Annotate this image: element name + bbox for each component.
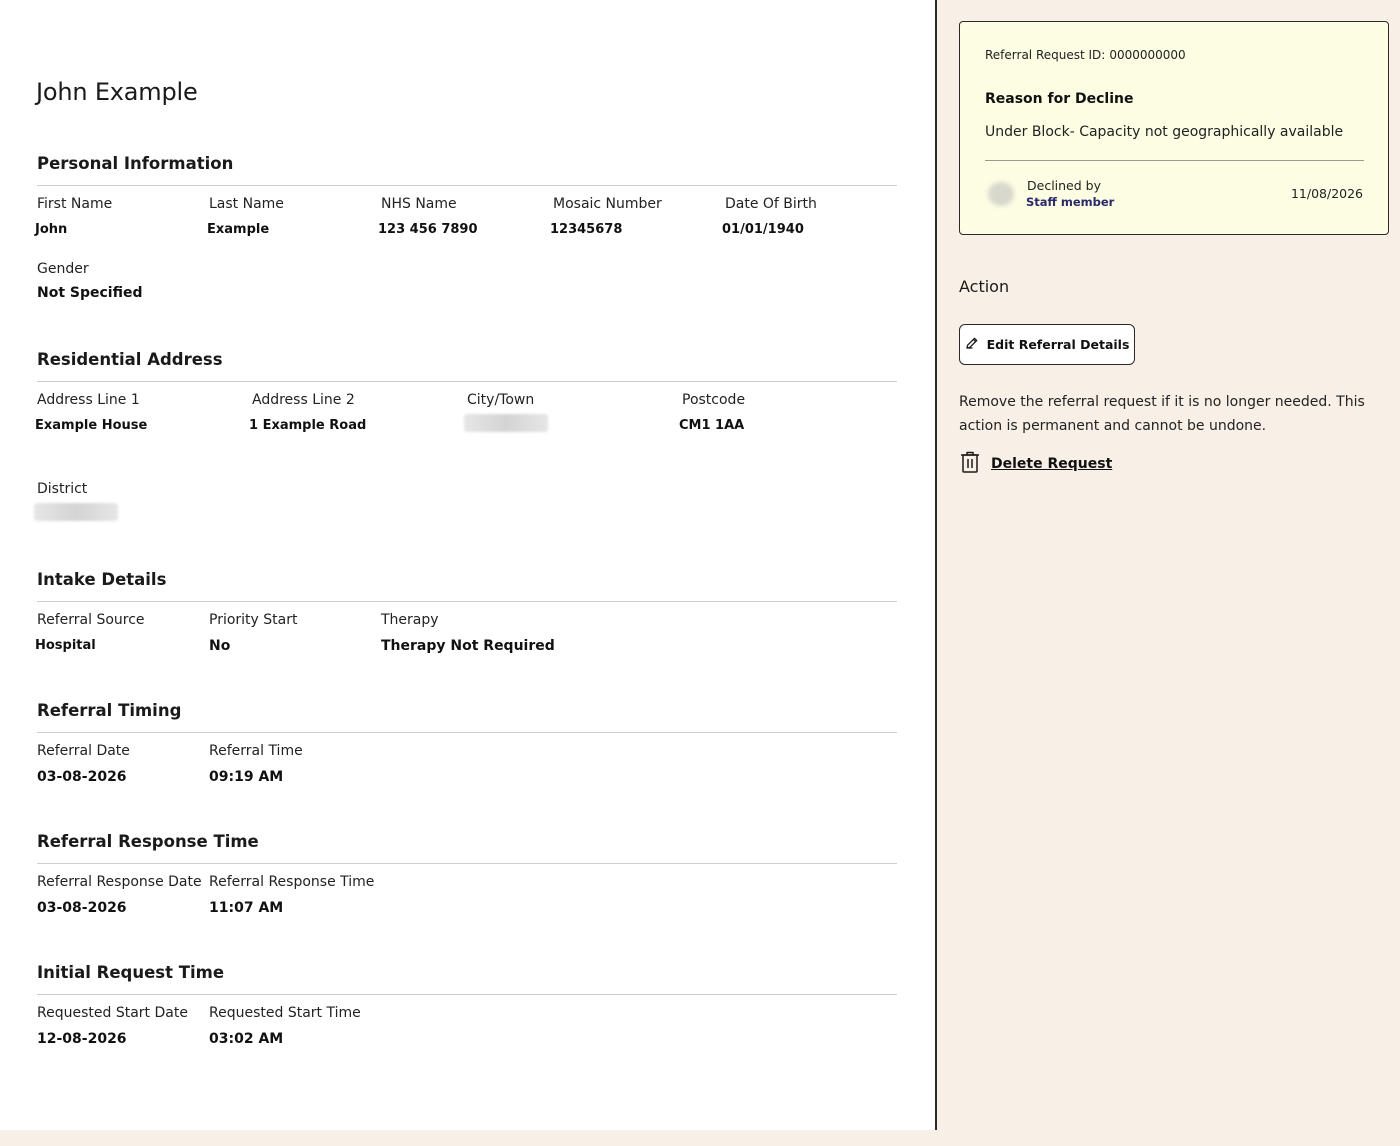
field-value: 03-08-2026 bbox=[37, 900, 127, 916]
postcode-field: Postcode CM1 1AA bbox=[679, 392, 746, 433]
decline-date: 11/08/2026 bbox=[1290, 186, 1363, 201]
field-label: Referral Time bbox=[209, 743, 303, 759]
section-title: Referral Timing bbox=[37, 701, 897, 733]
requested-start-time-field: Requested Start Time 03:02 AM bbox=[209, 1005, 361, 1047]
field-value: 01/01/1940 bbox=[722, 222, 804, 237]
action-sidebar: Referral Request ID: 0000000000 Reason fo… bbox=[939, 0, 1400, 1146]
district-field: District bbox=[34, 481, 118, 525]
referral-response-date-field: Referral Response Date 03-08-2026 bbox=[37, 874, 202, 916]
decline-reason: Under Block- Capacity not geographically… bbox=[985, 124, 1344, 140]
staff-member-name: Staff member bbox=[1026, 195, 1115, 209]
delete-request-row[interactable]: Delete Request bbox=[959, 450, 1112, 478]
referral-details-main: John Example Personal Information First … bbox=[0, 0, 937, 1130]
remove-request-description: Remove the referral request if it is no … bbox=[959, 394, 1365, 434]
field-value: 11:07 AM bbox=[209, 900, 284, 916]
date-of-birth-field: Date Of Birth 01/01/1940 bbox=[722, 196, 817, 237]
nhs-name-field: NHS Name 123 456 7890 bbox=[378, 196, 478, 237]
request-id-value: 0000000000 bbox=[1109, 48, 1186, 62]
field-value: Not Specified bbox=[37, 285, 143, 301]
mosaic-number-field: Mosaic Number 12345678 bbox=[550, 196, 662, 237]
decline-card: Referral Request ID: 0000000000 Reason fo… bbox=[959, 21, 1389, 235]
referral-request-id: Referral Request ID: 0000000000 bbox=[985, 48, 1186, 62]
address-line-2-field: Address Line 2 1 Example Road bbox=[249, 392, 367, 433]
section-title: Residential Address bbox=[37, 350, 897, 382]
field-label: Date Of Birth bbox=[725, 196, 817, 212]
requested-start-date-field: Requested Start Date 12-08-2026 bbox=[37, 1005, 188, 1047]
delete-request-link[interactable]: Delete Request bbox=[991, 456, 1112, 472]
field-value: 123 456 7890 bbox=[378, 222, 478, 237]
therapy-field: Therapy Therapy Not Required bbox=[381, 612, 555, 654]
referral-response-time-field: Referral Response Time 11:07 AM bbox=[209, 874, 374, 916]
first-name-field: First Name John bbox=[35, 196, 113, 237]
field-value: 03:02 AM bbox=[209, 1031, 284, 1047]
section-title: Intake Details bbox=[37, 570, 897, 602]
redacted-value bbox=[464, 414, 548, 432]
field-label: Postcode bbox=[682, 392, 746, 408]
edit-referral-details-button[interactable]: Edit Referral Details bbox=[959, 324, 1135, 365]
field-label: Referral Response Date bbox=[37, 874, 202, 890]
declined-by-label: Declined by bbox=[1027, 178, 1101, 193]
field-label: NHS Name bbox=[381, 196, 457, 212]
city-town-field: City/Town bbox=[464, 392, 548, 436]
gender-field: Gender Not Specified bbox=[37, 261, 143, 301]
field-value: No bbox=[209, 638, 231, 654]
field-label: Mosaic Number bbox=[553, 196, 662, 212]
field-label: Last Name bbox=[209, 196, 284, 212]
page-title: John Example bbox=[36, 78, 198, 106]
field-value: John bbox=[35, 222, 68, 237]
field-label: Requested Start Date bbox=[37, 1005, 188, 1021]
field-label: Address Line 1 bbox=[37, 392, 140, 408]
field-value: CM1 1AA bbox=[679, 418, 745, 433]
field-value: Hospital bbox=[35, 638, 96, 653]
field-label: City/Town bbox=[467, 392, 535, 408]
action-title: Action bbox=[959, 277, 1010, 296]
referral-date-field: Referral Date 03-08-2026 bbox=[37, 743, 130, 785]
redacted-value bbox=[34, 503, 118, 521]
trash-icon[interactable] bbox=[959, 450, 981, 478]
field-value: Therapy Not Required bbox=[381, 638, 555, 654]
section-title: Personal Information bbox=[37, 154, 897, 186]
field-label: Requested Start Time bbox=[209, 1005, 361, 1021]
referral-response-time-section: Referral Response Time Referral Response… bbox=[37, 832, 897, 922]
address-line-1-field: Address Line 1 Example House bbox=[35, 392, 148, 433]
field-label: Address Line 2 bbox=[252, 392, 355, 408]
field-value: 12345678 bbox=[550, 222, 623, 237]
avatar bbox=[988, 182, 1014, 206]
request-id-label: Referral Request ID: bbox=[985, 48, 1106, 62]
field-value: 09:19 AM bbox=[209, 769, 284, 785]
field-value: 12-08-2026 bbox=[37, 1031, 127, 1047]
pencil-icon bbox=[965, 336, 979, 353]
edit-button-label: Edit Referral Details bbox=[986, 337, 1130, 352]
card-divider bbox=[985, 160, 1364, 161]
section-title: Initial Request Time bbox=[37, 963, 897, 995]
field-label: District bbox=[37, 481, 88, 497]
field-label: Referral Source bbox=[37, 612, 145, 628]
field-value: Example bbox=[207, 222, 270, 237]
field-label: Referral Response Time bbox=[209, 874, 375, 890]
section-title: Referral Response Time bbox=[37, 832, 897, 864]
field-value: 03-08-2026 bbox=[37, 769, 127, 785]
initial-request-time-section: Initial Request Time Requested Start Dat… bbox=[37, 963, 897, 1053]
intake-details-section: Intake Details Referral Source Hospital … bbox=[35, 570, 897, 660]
referral-time-field: Referral Time 09:19 AM bbox=[209, 743, 303, 785]
field-label: Referral Date bbox=[37, 743, 130, 759]
field-value: 1 Example Road bbox=[249, 418, 367, 433]
field-label: Therapy bbox=[381, 612, 439, 628]
residential-address-section: Residential Address Address Line 1 Examp… bbox=[34, 350, 897, 530]
reason-title: Reason for Decline bbox=[985, 91, 1134, 107]
field-label: First Name bbox=[37, 196, 113, 212]
last-name-field: Last Name Example bbox=[207, 196, 284, 237]
referral-timing-section: Referral Timing Referral Date 03-08-2026… bbox=[37, 701, 897, 791]
personal-information-section: Personal Information First Name John Las… bbox=[35, 154, 897, 304]
field-label: Priority Start bbox=[209, 612, 298, 628]
field-label: Gender bbox=[37, 261, 89, 277]
field-value: Example House bbox=[35, 418, 148, 433]
priority-start-field: Priority Start No bbox=[209, 612, 297, 654]
referral-source-field: Referral Source Hospital bbox=[35, 612, 145, 653]
